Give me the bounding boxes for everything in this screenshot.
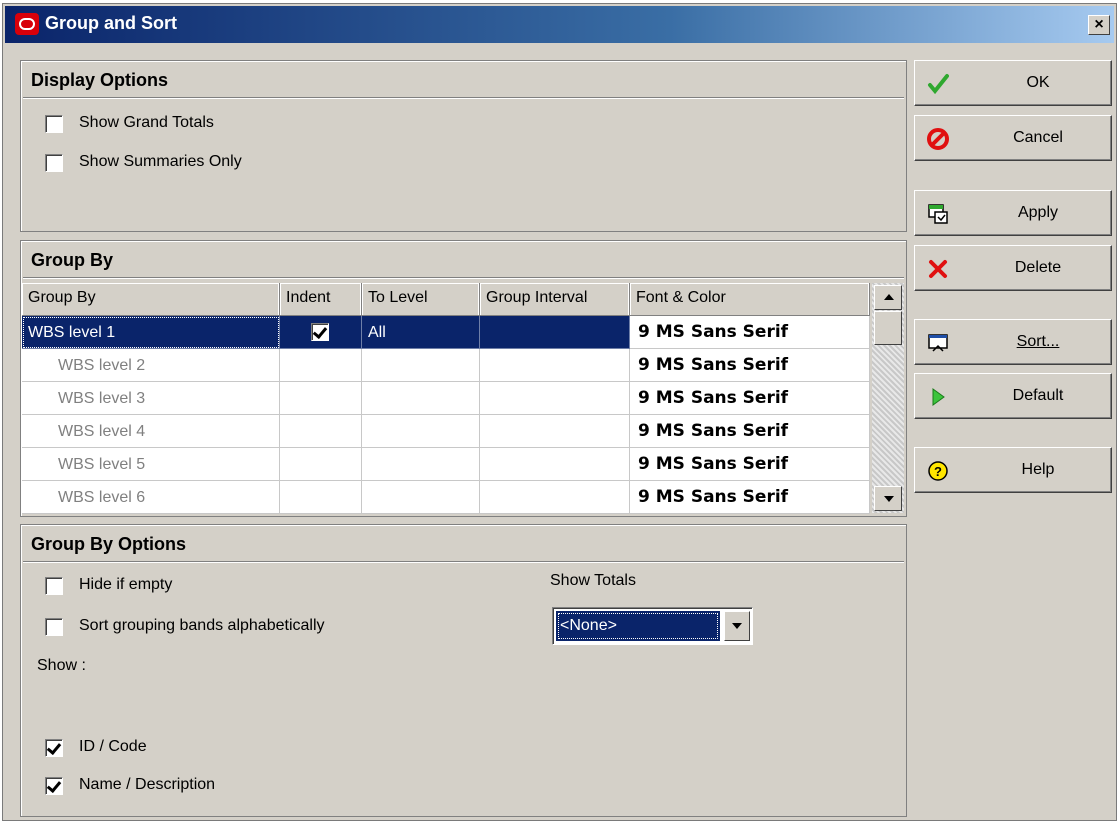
show-totals-label: Show Totals: [550, 572, 636, 589]
show-summaries-only-label: Show Summaries Only: [79, 153, 242, 170]
group-interval-cell[interactable]: [480, 415, 630, 448]
group-interval-cell[interactable]: [480, 349, 630, 382]
svg-text:?: ?: [934, 464, 942, 479]
cancel-button[interactable]: Cancel: [914, 115, 1112, 161]
apply-icon: [928, 204, 948, 224]
help-icon: ?: [928, 461, 948, 481]
font-color-cell[interactable]: 9 MS Sans Serif: [630, 415, 870, 448]
show-grand-totals-checkbox[interactable]: [45, 115, 63, 133]
group-by-grid: Group By Indent To Level Group Interval …: [22, 283, 905, 514]
show-grand-totals-label: Show Grand Totals: [79, 114, 214, 131]
indent-cell[interactable]: [280, 316, 362, 349]
show-totals-select[interactable]: <None>: [552, 607, 753, 645]
group-by-cell[interactable]: WBS level 6: [22, 481, 280, 514]
default-label: Default: [1012, 387, 1064, 404]
delete-x-icon: [929, 260, 947, 278]
scroll-thumb[interactable]: [874, 311, 902, 345]
delete-label: Delete: [1014, 259, 1062, 276]
group-by-cell[interactable]: WBS level 3: [22, 382, 280, 415]
scroll-up-arrow-icon[interactable]: [874, 285, 902, 310]
title-bar: Group and Sort ×: [5, 6, 1114, 43]
to-level-cell[interactable]: [362, 382, 480, 415]
id-code-label: ID / Code: [79, 738, 147, 755]
default-button[interactable]: Default: [914, 373, 1112, 419]
group-by-header: Group By: [23, 243, 904, 278]
table-row[interactable]: WBS level 4 9 MS Sans Serif: [22, 415, 870, 448]
scroll-down-arrow-icon[interactable]: [874, 486, 902, 511]
font-color-cell[interactable]: 9 MS Sans Serif: [630, 349, 870, 382]
display-options-header: Display Options: [23, 63, 904, 98]
dropdown-arrow-icon[interactable]: [724, 611, 750, 641]
font-color-cell[interactable]: 9 MS Sans Serif: [630, 448, 870, 481]
group-by-cell[interactable]: WBS level 5: [22, 448, 280, 481]
hide-if-empty-checkbox[interactable]: [45, 577, 63, 595]
indent-cell[interactable]: [280, 415, 362, 448]
help-button[interactable]: ? Help: [914, 447, 1112, 493]
display-options-panel: Display Options: [20, 60, 907, 232]
close-button[interactable]: ×: [1088, 15, 1110, 35]
column-group-interval[interactable]: Group Interval: [480, 283, 630, 315]
sort-button[interactable]: Sort...: [914, 319, 1112, 365]
indent-cell[interactable]: [280, 382, 362, 415]
to-level-cell[interactable]: All: [362, 316, 480, 349]
vertical-scrollbar[interactable]: [872, 283, 904, 513]
ok-button[interactable]: OK: [914, 60, 1112, 106]
cancel-icon: [927, 128, 949, 150]
name-description-checkbox[interactable]: [45, 777, 63, 795]
group-by-cell[interactable]: WBS level 2: [22, 349, 280, 382]
group-and-sort-dialog: Group and Sort × Display Options Show Gr…: [2, 3, 1117, 821]
group-interval-cell[interactable]: [480, 382, 630, 415]
apply-label: Apply: [1017, 204, 1059, 221]
hide-if-empty-label: Hide if empty: [79, 576, 173, 593]
indent-checkbox[interactable]: [311, 323, 329, 341]
ok-label: OK: [1026, 74, 1050, 91]
table-row[interactable]: WBS level 3 9 MS Sans Serif: [22, 382, 870, 415]
indent-cell[interactable]: [280, 481, 362, 514]
help-label: Help: [1021, 461, 1055, 478]
sort-label: Sort...: [1016, 333, 1060, 350]
sort-icon: [928, 334, 948, 352]
show-totals-value[interactable]: <None>: [556, 611, 720, 641]
table-row[interactable]: WBS level 2 9 MS Sans Serif: [22, 349, 870, 382]
table-row[interactable]: WBS level 5 9 MS Sans Serif: [22, 448, 870, 481]
sort-alphabetically-label: Sort grouping bands alphabetically: [79, 617, 325, 634]
to-level-cell[interactable]: [362, 448, 480, 481]
window-title: Group and Sort: [45, 13, 177, 33]
id-code-checkbox[interactable]: [45, 739, 63, 757]
column-group-by[interactable]: Group By: [22, 283, 280, 315]
apply-button[interactable]: Apply: [914, 190, 1112, 236]
group-interval-cell[interactable]: [480, 316, 630, 349]
to-level-cell[interactable]: [362, 415, 480, 448]
column-to-level[interactable]: To Level: [362, 283, 480, 315]
indent-cell[interactable]: [280, 349, 362, 382]
group-by-options-header: Group By Options: [23, 527, 904, 562]
check-icon: [928, 74, 949, 95]
font-color-cell[interactable]: 9 MS Sans Serif: [630, 316, 870, 349]
cancel-label: Cancel: [1013, 129, 1063, 146]
font-color-cell[interactable]: 9 MS Sans Serif: [630, 382, 870, 415]
play-arrow-icon: [932, 388, 945, 406]
grid-header: Group By Indent To Level Group Interval …: [22, 283, 870, 316]
to-level-cell[interactable]: [362, 349, 480, 382]
group-interval-cell[interactable]: [480, 448, 630, 481]
group-by-options-panel: Group By Options: [20, 524, 907, 817]
column-indent[interactable]: Indent: [280, 283, 362, 315]
oracle-app-icon: [15, 13, 39, 35]
table-row[interactable]: WBS level 1 All 9 MS Sans Serif: [22, 316, 870, 349]
column-font-color[interactable]: Font & Color: [630, 283, 870, 315]
delete-button[interactable]: Delete: [914, 245, 1112, 291]
table-row[interactable]: WBS level 6 9 MS Sans Serif: [22, 481, 870, 514]
sort-alphabetically-checkbox[interactable]: [45, 618, 63, 636]
group-by-cell[interactable]: WBS level 4: [22, 415, 280, 448]
indent-cell[interactable]: [280, 448, 362, 481]
font-color-cell[interactable]: 9 MS Sans Serif: [630, 481, 870, 514]
show-label: Show :: [37, 657, 86, 674]
group-interval-cell[interactable]: [480, 481, 630, 514]
name-description-label: Name / Description: [79, 776, 216, 793]
show-summaries-only-checkbox[interactable]: [45, 154, 63, 172]
to-level-cell[interactable]: [362, 481, 480, 514]
group-by-cell[interactable]: WBS level 1: [22, 316, 280, 349]
